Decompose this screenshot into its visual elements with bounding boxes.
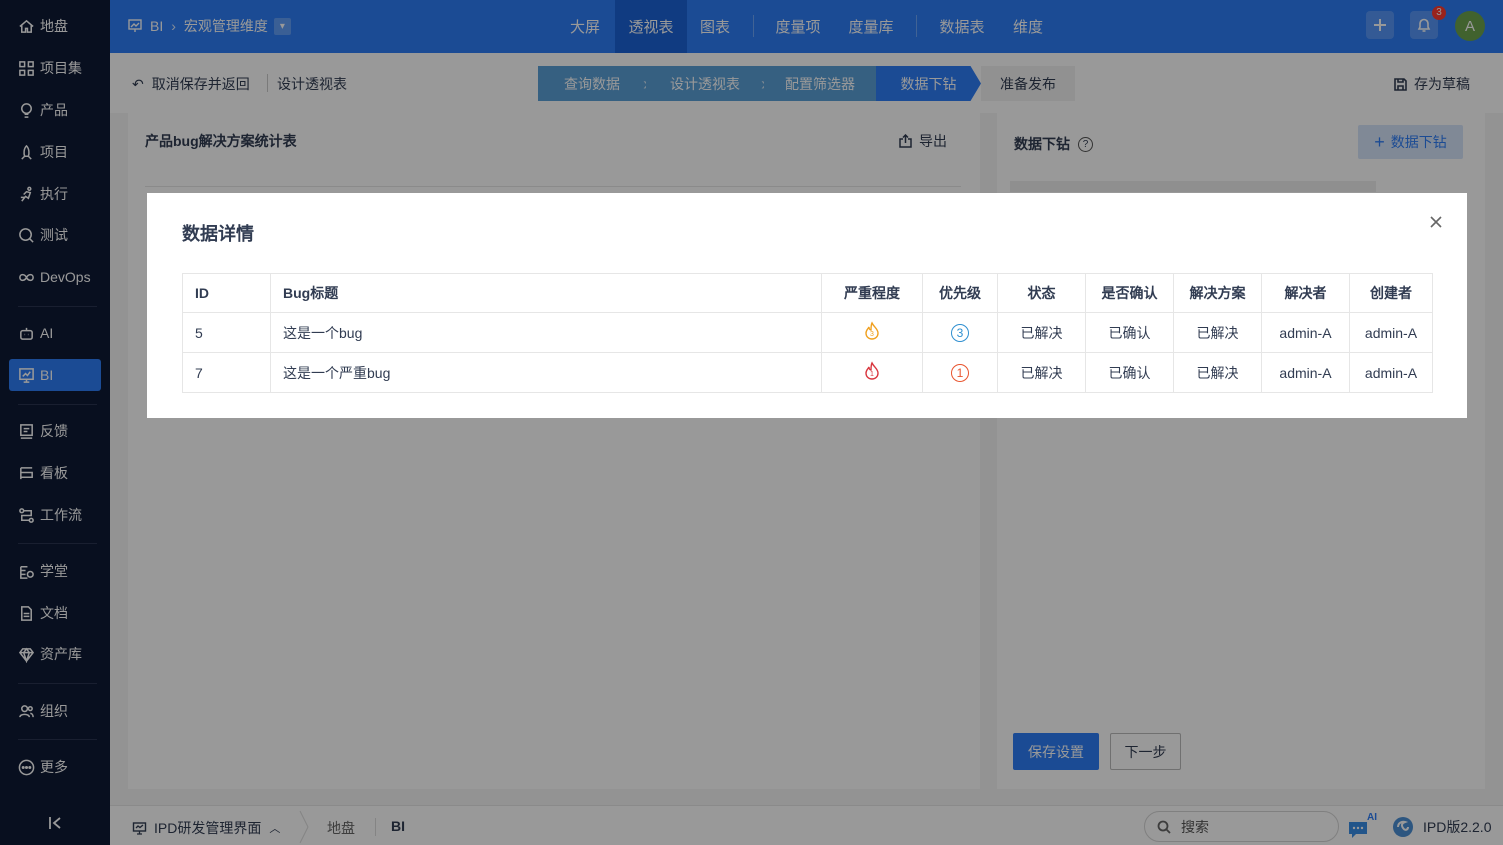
resolver-cell: admin-A	[1261, 312, 1350, 353]
severity-flame-icon: 1	[865, 361, 879, 380]
table-row: 7 这是一个严重bug 1 1 已解决 已确认 已解决 admin-A admi…	[182, 352, 1433, 393]
detail-table: ID Bug标题 严重程度 优先级 状态 是否确认 解决方案 解决者 创建者 5…	[182, 273, 1433, 393]
bug-id: 7	[182, 352, 271, 393]
priority-badge: 1	[951, 363, 969, 382]
creator-cell: admin-A	[1349, 352, 1433, 393]
resolver-cell: admin-A	[1261, 352, 1350, 393]
status-badge: 已解决	[997, 312, 1086, 353]
dialog-title: 数据详情	[182, 224, 254, 244]
svg-text:3: 3	[870, 331, 874, 338]
column-header[interactable]: Bug标题	[270, 273, 822, 313]
confirmed-cell: 已确认	[1085, 312, 1174, 353]
table-header-row: ID Bug标题 严重程度 优先级 状态 是否确认 解决方案 解决者 创建者	[182, 273, 1433, 313]
status-badge: 已解决	[997, 352, 1086, 393]
column-header[interactable]: 状态	[997, 273, 1086, 313]
column-header[interactable]: 解决者	[1261, 273, 1350, 313]
column-header[interactable]: 创建者	[1349, 273, 1433, 313]
severity-cell: 3	[821, 312, 923, 353]
column-header[interactable]: 严重程度	[821, 273, 923, 313]
bug-title-link[interactable]: 这是一个bug	[270, 312, 822, 353]
resolution-cell: 已解决	[1173, 352, 1262, 393]
priority-cell: 3	[922, 312, 998, 353]
column-header[interactable]: 解决方案	[1173, 273, 1262, 313]
svg-text:1: 1	[870, 371, 874, 378]
confirmed-cell: 已确认	[1085, 352, 1174, 393]
priority-badge: 3	[951, 323, 969, 342]
bug-id: 5	[182, 312, 271, 353]
severity-cell: 1	[821, 352, 923, 393]
column-header[interactable]: 是否确认	[1085, 273, 1174, 313]
severity-flame-icon: 3	[865, 321, 879, 340]
bug-title-link[interactable]: 这是一个严重bug	[270, 352, 822, 393]
table-row: 5 这是一个bug 3 3 已解决 已确认 已解决 admin-A admin-…	[182, 312, 1433, 353]
column-header[interactable]: 优先级	[922, 273, 998, 313]
priority-cell: 1	[922, 352, 998, 393]
column-header[interactable]: ID	[182, 273, 271, 313]
close-icon[interactable]	[1427, 213, 1445, 231]
creator-cell: admin-A	[1349, 312, 1433, 353]
resolution-cell: 已解决	[1173, 312, 1262, 353]
modal-overlay[interactable]	[0, 0, 1503, 845]
data-detail-dialog: 数据详情 ID Bug标题 严重程度 优先级 状态 是否确认 解决方案 解决者 …	[147, 193, 1467, 418]
